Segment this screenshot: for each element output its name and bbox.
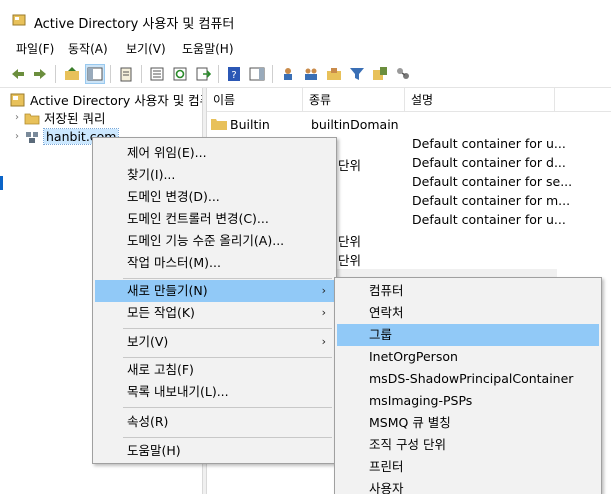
menu-view[interactable]: 보기(V) <box>124 40 168 57</box>
menu-separator <box>123 328 332 329</box>
row-type: builtinDomain <box>311 117 399 132</box>
menu-separator <box>123 407 332 408</box>
menu-help[interactable]: 도움말(H) <box>180 40 236 57</box>
menu-separator <box>123 437 332 438</box>
tree-saved-queries-label: 저장된 쿼리 <box>44 111 106 126</box>
chevron-right-icon: › <box>321 335 326 348</box>
ad-root-icon <box>10 93 25 106</box>
row-description: Default container for d... <box>412 155 566 170</box>
export-list-icon[interactable] <box>147 64 167 84</box>
menu-item-change-domain-controller[interactable]: 도메인 컨트롤러 변경(C)... <box>95 208 334 230</box>
row-description: Default container for se... <box>412 174 573 189</box>
context-menu: 제어 위임(E)... 찾기(I)... 도메인 변경(D)... 도메인 컨트… <box>92 137 337 464</box>
menu-bar: 파일(F) 동작(A) 보기(V) 도움말(H) <box>0 38 611 60</box>
submenu-item-msimaging-psps[interactable]: msImaging-PSPs <box>337 390 599 412</box>
menu-item-raise-functional-level[interactable]: 도메인 기능 수준 올리기(A)... <box>95 230 334 252</box>
left-edge-marker <box>0 176 3 190</box>
menu-item-properties[interactable]: 속성(R) <box>95 411 334 433</box>
folder-icon <box>211 119 227 130</box>
row-description: Default container for u... <box>412 136 566 151</box>
folder-icon <box>24 113 40 124</box>
menu-item-all-tasks[interactable]: 모든 작업(K) › <box>95 302 334 324</box>
row-name: Builtin <box>230 117 270 132</box>
toolbar-separator <box>55 65 56 83</box>
row-description: Default container for u... <box>412 212 566 227</box>
menu-item-new[interactable]: 새로 만들기(N) › <box>95 280 334 302</box>
submenu-item-printer[interactable]: 프린터 <box>337 456 599 478</box>
submenu-item-contact[interactable]: 연락처 <box>337 302 599 324</box>
list-header: 이름 종류 설명 <box>207 88 611 112</box>
menu-file[interactable]: 파일(F) <box>14 40 56 57</box>
menu-item-refresh[interactable]: 새로 고침(F) <box>95 359 334 381</box>
tree-root-label: Active Directory 사용자 및 컴퓨터 <box>30 93 223 108</box>
domain-icon <box>26 131 38 143</box>
tree-item-saved-queries[interactable]: › 저장된 쿼리 <box>10 108 105 127</box>
menu-item-export-list[interactable]: 목록 내보내기(L)... <box>95 381 334 403</box>
menu-separator <box>123 357 332 358</box>
new-submenu: 컴퓨터 연락처 그룹 InetOrgPerson msDS-ShadowPrin… <box>334 277 602 494</box>
menu-item-operations-masters[interactable]: 작업 마스터(M)... <box>95 252 334 274</box>
table-row[interactable]: Builtin builtinDomain <box>207 116 611 135</box>
column-header-name[interactable]: 이름 <box>207 88 303 112</box>
title-bar: Active Directory 사용자 및 컴퓨터 <box>0 0 611 38</box>
up-folder-icon[interactable] <box>62 64 82 84</box>
toolbar-separator <box>110 65 111 83</box>
help-icon[interactable]: ? <box>224 64 244 84</box>
row-hover-strip <box>337 269 557 277</box>
back-icon[interactable] <box>8 64 28 84</box>
toolbar-separator <box>218 65 219 83</box>
find-icon[interactable] <box>393 64 413 84</box>
chevron-right-icon[interactable]: › <box>10 131 24 142</box>
submenu-item-organizational-unit[interactable]: 조직 구성 단위 <box>337 434 599 456</box>
menu-item-delegate-control[interactable]: 제어 위임(E)... <box>95 142 334 164</box>
submenu-item-shadow-principal-container[interactable]: msDS-ShadowPrincipalContainer <box>337 368 599 390</box>
ad-users-computers-app-icon <box>12 14 26 26</box>
window-title: Active Directory 사용자 및 컴퓨터 <box>34 17 235 32</box>
refresh-icon[interactable] <box>170 64 190 84</box>
column-header-description[interactable]: 설명 <box>405 88 555 112</box>
export-icon[interactable] <box>193 64 213 84</box>
add-to-group-icon[interactable] <box>370 64 390 84</box>
menu-separator <box>123 278 332 279</box>
submenu-item-msmq-queue-alias[interactable]: MSMQ 큐 별칭 <box>337 412 599 434</box>
menu-item-change-domain[interactable]: 도메인 변경(D)... <box>95 186 334 208</box>
properties-icon[interactable] <box>116 64 136 84</box>
submenu-item-user[interactable]: 사용자 <box>337 478 599 494</box>
toolbar-separator <box>272 65 273 83</box>
menu-item-help[interactable]: 도움말(H) <box>95 440 334 462</box>
new-ou-icon[interactable] <box>324 64 344 84</box>
submenu-item-computer[interactable]: 컴퓨터 <box>337 280 599 302</box>
chevron-right-icon[interactable]: › <box>10 112 24 123</box>
toolbar: ? <box>0 60 611 88</box>
chevron-right-icon: › <box>321 306 326 319</box>
filter-icon[interactable] <box>347 64 367 84</box>
new-user-icon[interactable] <box>278 64 298 84</box>
menu-item-view-label: 보기(V) <box>127 334 169 349</box>
submenu-item-inetorgperson[interactable]: InetOrgPerson <box>337 346 599 368</box>
column-header-type[interactable]: 종류 <box>303 88 405 112</box>
menu-item-find[interactable]: 찾기(I)... <box>95 164 334 186</box>
chevron-right-icon: › <box>321 284 326 297</box>
action-pane-icon[interactable] <box>247 64 267 84</box>
submenu-item-group[interactable]: 그룹 <box>337 324 599 346</box>
menu-action[interactable]: 동작(A) <box>66 40 110 57</box>
forward-icon[interactable] <box>30 64 50 84</box>
row-description: Default container for m... <box>412 193 571 208</box>
new-group-icon[interactable] <box>301 64 321 84</box>
toolbar-separator <box>141 65 142 83</box>
svg-text:?: ? <box>231 70 236 81</box>
tree-item-root[interactable]: Active Directory 사용자 및 컴퓨터 <box>4 90 223 109</box>
menu-item-all-tasks-label: 모든 작업(K) <box>127 305 195 320</box>
menu-item-new-label: 새로 만들기(N) <box>127 283 208 298</box>
console-tree-icon[interactable] <box>85 64 105 84</box>
menu-item-view[interactable]: 보기(V) › <box>95 331 334 353</box>
